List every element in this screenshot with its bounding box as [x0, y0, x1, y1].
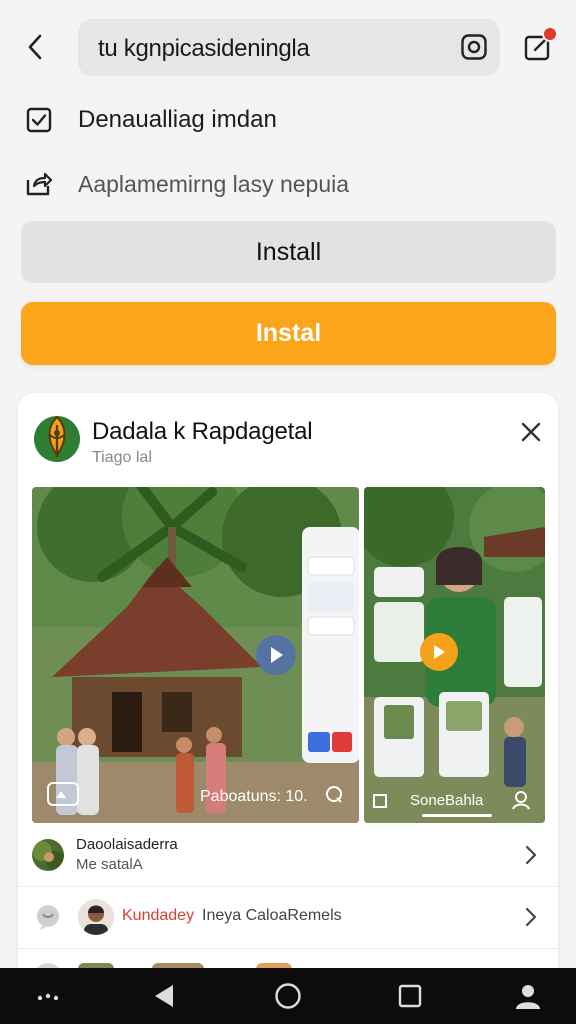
option-label: Denaualliag imdan — [78, 106, 277, 133]
row-text: Ineya CaloaRemels — [202, 907, 342, 924]
chevron-right-icon[interactable] — [524, 907, 538, 927]
card-title: Dadala k Rapdagetal — [92, 418, 313, 445]
top-bar: tu kgnpicasideningla — [0, 0, 576, 96]
share-icon[interactable] — [24, 169, 54, 199]
back-triangle-icon[interactable] — [150, 982, 178, 1010]
option-label: Aaplamemirng lasy nepuia — [78, 170, 350, 197]
system-nav-bar — [0, 968, 576, 1024]
recents-square-icon[interactable] — [396, 982, 424, 1010]
play-icon[interactable] — [256, 635, 296, 675]
close-icon[interactable] — [518, 419, 544, 445]
media-caption: SoneBahla — [410, 792, 484, 809]
chevron-right-icon[interactable] — [524, 845, 538, 865]
play-icon[interactable] — [420, 633, 458, 671]
app-card: Dadala k Rapdagetal Tiago lal Paboatuns:… — [18, 393, 558, 993]
comment-icon[interactable] — [325, 785, 343, 803]
avatar — [32, 839, 64, 871]
home-circle-icon[interactable] — [274, 982, 302, 1010]
row-highlight: Kundadey — [122, 907, 195, 924]
search-query-text: tu kgnpicasideningla — [98, 35, 310, 62]
option-row[interactable]: Denaualliag imdan — [24, 100, 544, 140]
checkbox-icon[interactable] — [24, 105, 54, 135]
profile-icon[interactable] — [514, 982, 542, 1010]
row-title: Daoolaisaderra — [76, 836, 178, 853]
avatar — [78, 899, 114, 935]
list-item[interactable]: Daoolaisaderra Me satalA — [18, 825, 558, 885]
row-subtitle: Me satalA — [76, 856, 143, 873]
option-row[interactable]: Aaplamemirng lasy nepuia — [24, 164, 544, 204]
media-thumbnail-left[interactable]: Paboatuns: 10. — [32, 487, 359, 823]
install-button-primary[interactable]: Instal — [21, 302, 556, 365]
progress-indicator — [422, 814, 492, 817]
leaf-emblem-logo — [33, 411, 81, 467]
media-thumbnail-right[interactable]: SoneBahla — [364, 487, 545, 823]
search-input[interactable]: tu kgnpicasideningla — [78, 19, 500, 76]
install-button-secondary[interactable]: Install — [21, 221, 556, 283]
media-caption: Paboatuns: 10. — [200, 788, 308, 805]
card-subtitle: Tiago lal — [92, 449, 152, 466]
notification-dot — [542, 26, 558, 42]
back-arrow-icon[interactable] — [20, 30, 50, 64]
menu-dots-icon[interactable] — [34, 982, 62, 1010]
camera-icon[interactable] — [460, 33, 488, 61]
chat-bubble-icon — [34, 903, 62, 931]
list-item[interactable]: Kundadey Ineya CaloaRemels — [18, 886, 558, 946]
